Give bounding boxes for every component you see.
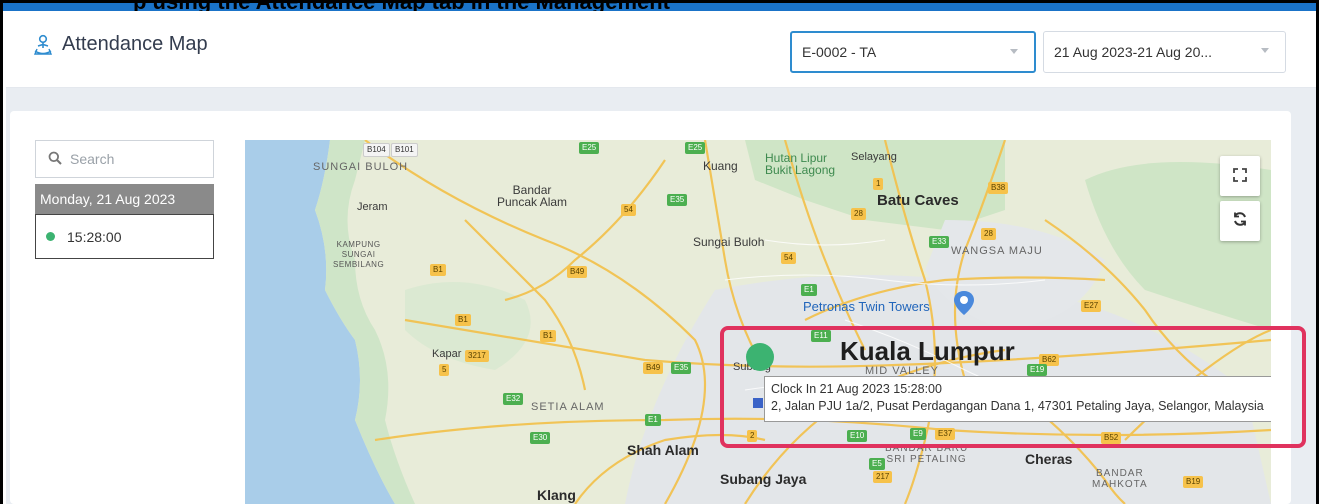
map-place-label: Kapar	[432, 348, 462, 360]
map-view[interactable]: SUNGAI BULOH Bandar Puncak Alam Kuang Hu…	[245, 140, 1271, 504]
fullscreen-icon	[1233, 167, 1247, 186]
list-item[interactable]: 15:28:00	[35, 214, 214, 259]
search-input[interactable]	[70, 151, 200, 167]
road-badge: E25	[579, 142, 600, 154]
employee-select[interactable]: E-0002 - TA	[790, 31, 1036, 73]
map-place-label: Jeram	[357, 201, 388, 213]
date-range-select[interactable]: 21 Aug 2023-21 Aug 20...	[1043, 31, 1286, 73]
road-badge: 54	[781, 252, 796, 264]
road-badge: B19	[1183, 476, 1204, 488]
road-badge: B104	[363, 143, 390, 157]
road-badge: E25	[685, 142, 706, 154]
attendance-person-icon	[32, 34, 54, 56]
employee-select-value: E-0002 - TA	[802, 44, 877, 60]
map-place-label: Batu Caves	[877, 192, 959, 209]
fullscreen-button[interactable]	[1220, 156, 1260, 196]
map-place-label: Petronas Twin Towers	[803, 299, 930, 314]
map-place-label: BANDAR MAHKOTA	[1092, 468, 1148, 490]
map-place-label: Bandar Puncak Alam	[497, 183, 568, 209]
petronas-pin-icon[interactable]	[954, 291, 974, 315]
map-place-label: KAMPUNG SUNGAI SEMBILANG	[333, 240, 385, 269]
map-place-label: Hutan Lipur Bukit Lagong	[765, 151, 836, 177]
map-place-label: SETIA ALAM	[531, 401, 605, 413]
road-badge: B1	[455, 314, 471, 326]
road-badge: B101	[391, 143, 418, 157]
road-badge: E1	[645, 414, 661, 426]
road-badge: 3217	[465, 350, 489, 362]
road-badge: E35	[667, 194, 688, 206]
chevron-down-icon	[1010, 49, 1018, 54]
road-badge: E5	[869, 458, 885, 470]
date-group-header: Monday, 21 Aug 2023	[35, 184, 214, 214]
map-base-graphic	[245, 140, 1271, 504]
road-badge: E35	[671, 362, 692, 374]
page-title: Attendance Map	[62, 33, 208, 55]
road-badge: E32	[503, 393, 524, 405]
search-icon	[48, 150, 62, 169]
map-place-label: SUNGAI BULOH	[313, 161, 409, 173]
road-badge: 217	[873, 471, 893, 483]
road-badge: 28	[981, 228, 996, 240]
road-badge: B49	[567, 266, 588, 278]
map-place-label: Cheras	[1025, 451, 1073, 467]
refresh-icon	[1232, 211, 1248, 231]
map-place-label: Selayang	[851, 151, 897, 163]
status-dot-icon	[46, 232, 55, 241]
road-badge: B1	[430, 264, 446, 276]
map-place-label: Klang	[537, 487, 576, 503]
road-badge: E33	[929, 236, 950, 248]
map-place-label: Sungai Buloh	[693, 235, 765, 249]
road-badge: 54	[621, 204, 636, 216]
page-title-wrap: Attendance Map	[32, 33, 208, 56]
road-badge: B1	[540, 330, 556, 342]
annotation-highlight	[720, 326, 1306, 448]
road-badge: E1	[801, 284, 817, 296]
road-badge: 5	[439, 364, 450, 376]
date-range-select-value: 21 Aug 2023-21 Aug 20...	[1054, 44, 1213, 60]
map-place-label: Subang Jaya	[720, 471, 807, 487]
map-place-label: WANGSA MAJU	[951, 245, 1043, 257]
road-badge: B38	[988, 182, 1009, 194]
page-header: Attendance Map E-0002 - TA 21 Aug 2023-2…	[6, 11, 1316, 88]
road-badge: E27	[1081, 300, 1102, 312]
road-badge: E30	[530, 432, 551, 444]
refresh-button[interactable]	[1220, 201, 1260, 241]
map-place-label: Shah Alam	[627, 442, 699, 458]
map-place-label: Kuang	[703, 159, 738, 173]
road-badge: B49	[643, 362, 664, 374]
road-badge: 28	[851, 208, 866, 220]
clock-time: 15:28:00	[67, 228, 122, 245]
chevron-down-icon	[1261, 48, 1269, 53]
search-field[interactable]	[35, 140, 214, 178]
road-badge: 1	[873, 178, 884, 190]
